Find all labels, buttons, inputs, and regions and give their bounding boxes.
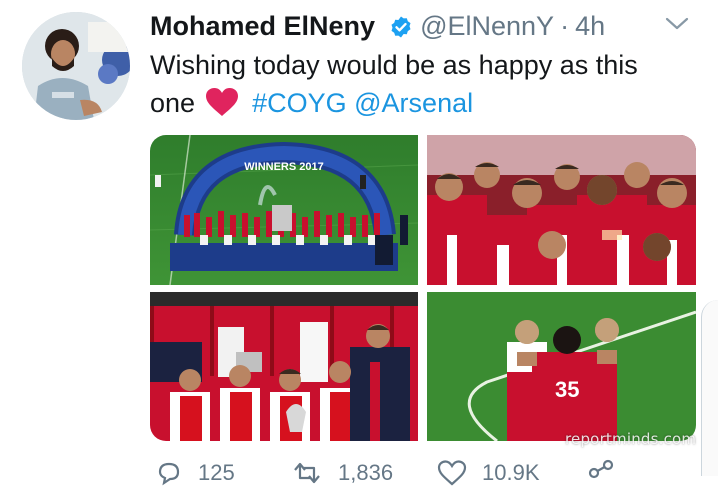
timestamp[interactable]: 4h bbox=[575, 11, 605, 41]
retweet-icon bbox=[294, 462, 320, 484]
like-count: 10.9K bbox=[482, 460, 540, 485]
winners-banner-text: WINNERS 2017 bbox=[244, 161, 323, 173]
caret-down-icon[interactable] bbox=[664, 14, 690, 39]
action-bar: 125 1,836 10.9K bbox=[150, 458, 696, 488]
photo-dressing-room[interactable] bbox=[150, 292, 418, 441]
photo-trophy-celebration[interactable]: WINNERS 2017 bbox=[150, 135, 418, 285]
retweet-button[interactable]: 1,836 bbox=[290, 458, 393, 488]
tweet-header: Mohamed ElNeny @ElNennY · 4h bbox=[150, 6, 605, 50]
reply-button[interactable]: 125 bbox=[154, 458, 235, 488]
retweet-count: 1,836 bbox=[338, 460, 394, 485]
avatar-photo bbox=[22, 12, 130, 120]
reply-count: 125 bbox=[198, 460, 235, 485]
tweet-text: Wishing today would be as happy as this … bbox=[150, 46, 690, 127]
share-icon bbox=[588, 459, 614, 479]
photo-players-hug[interactable]: 35 bbox=[427, 292, 696, 441]
like-button[interactable]: 10.9K bbox=[436, 458, 540, 488]
reply-icon bbox=[158, 462, 180, 486]
photo-team-huddle[interactable] bbox=[427, 135, 696, 285]
verified-badge-icon bbox=[389, 10, 413, 50]
svg-text:35: 35 bbox=[555, 377, 579, 402]
avatar[interactable] bbox=[22, 12, 130, 120]
display-name[interactable]: Mohamed ElNeny bbox=[150, 11, 375, 41]
handle[interactable]: @ElNennY bbox=[420, 11, 554, 41]
red-heart-emoji-icon bbox=[205, 87, 239, 127]
media-grid: WINNERS 2017 35 bbox=[150, 135, 696, 441]
watermark-text: reportminds.com bbox=[565, 430, 697, 448]
adjacent-card-edge bbox=[701, 300, 718, 476]
separator-dot: · bbox=[560, 11, 570, 41]
like-icon bbox=[437, 460, 467, 486]
hashtag-link[interactable]: #COYG bbox=[252, 88, 347, 118]
mention-link[interactable]: @Arsenal bbox=[354, 88, 473, 118]
share-button[interactable] bbox=[586, 458, 630, 488]
